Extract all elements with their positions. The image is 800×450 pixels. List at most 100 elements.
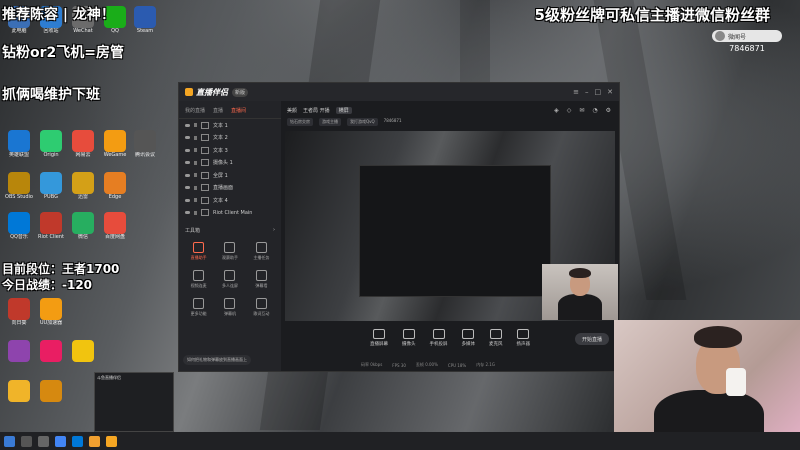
desktop-icon[interactable]: QQ音乐 [2, 212, 36, 240]
chrome-icon[interactable] [55, 435, 66, 447]
speaker-button[interactable]: 扬声器 [517, 329, 530, 347]
lock-icon[interactable] [194, 148, 197, 153]
desktop-icon[interactable]: Riot Client [34, 212, 68, 240]
source-item[interactable]: Riot Client Main [179, 207, 281, 220]
desktop-icon[interactable] [34, 340, 68, 362]
lock-icon[interactable] [194, 135, 197, 140]
tool-icon [255, 298, 267, 309]
edge-icon[interactable] [72, 435, 83, 447]
desktop-icon[interactable] [66, 340, 100, 362]
tab-my-live[interactable]: 我的直播 [185, 107, 205, 114]
desktop-icon[interactable]: 百度网盘 [98, 212, 132, 240]
lock-icon[interactable] [194, 123, 197, 128]
desktop-icon[interactable] [34, 380, 68, 402]
desktop-icon[interactable]: 英雄联盟 [2, 130, 36, 158]
search-icon[interactable] [21, 435, 32, 447]
source-item[interactable]: 文本 1 [179, 119, 281, 132]
desktop-icon[interactable] [2, 380, 36, 402]
screen-source-icon [201, 171, 209, 179]
desktop-icon[interactable]: 网易云 [66, 130, 100, 158]
source-item[interactable]: 摄像头 1 [179, 157, 281, 170]
eye-icon[interactable] [185, 148, 190, 152]
folder-icon[interactable] [89, 435, 100, 447]
source-item[interactable]: 文本 2 [179, 132, 281, 145]
desktop-icon[interactable]: 迅雷 [66, 172, 100, 200]
category-chip[interactable]: 游戏主播 [319, 118, 341, 126]
screen-capture-button[interactable]: 直播屏幕 [370, 329, 388, 347]
settings-icon[interactable]: ⚙ [606, 107, 611, 114]
desktop-icon[interactable]: OBS Studio [2, 172, 36, 200]
source-item[interactable]: 文本 3 [179, 144, 281, 157]
desktop-icon[interactable] [2, 340, 36, 362]
source-item[interactable]: 直播画面 [179, 182, 281, 195]
eye-icon[interactable] [185, 211, 190, 215]
desktop-icon[interactable]: WeGame [98, 130, 132, 158]
microphone-button[interactable]: 麦克风 [489, 329, 503, 347]
tool-item[interactable]: 主播任务 [246, 242, 277, 261]
tool-item[interactable]: 直播助手 [183, 242, 214, 261]
desktop-icon[interactable]: Steam [128, 6, 162, 34]
version-badge[interactable]: 新版 [232, 87, 249, 97]
tab-live-room[interactable]: 直播间 [231, 107, 246, 114]
eye-icon[interactable] [185, 186, 190, 190]
eye-icon[interactable] [185, 198, 190, 202]
room-name-chip[interactable]: 我打游戏QvQ [347, 118, 378, 126]
category-chip[interactable]: 钻石房交房 [287, 118, 313, 126]
tissue [726, 368, 746, 396]
close-icon[interactable]: ✕ [607, 88, 613, 96]
desktop-icon[interactable]: 向日葵 [2, 298, 36, 326]
tool-label: 歌词互动 [253, 311, 270, 316]
minimize-icon[interactable]: – [585, 88, 589, 96]
eye-icon[interactable] [185, 161, 190, 165]
eye-icon[interactable] [185, 123, 190, 127]
tab-live[interactable]: 直播 [213, 107, 223, 114]
more-icon[interactable]: › [273, 227, 275, 234]
desktop-icon[interactable]: UU加速器 [34, 298, 68, 326]
tool-item[interactable]: 弹幕墙 [246, 270, 277, 289]
desktop-icon-label: WeGame [103, 152, 127, 158]
room-title: 王者局 开播 [303, 108, 330, 114]
tool-item[interactable]: 更多功能 [183, 298, 214, 317]
live-app-icon[interactable] [106, 435, 117, 447]
maximize-icon[interactable]: □ [595, 88, 602, 96]
menu-icon[interactable]: ≡ [573, 88, 579, 96]
bell-icon[interactable]: ◔ [592, 107, 597, 114]
window-source-icon [201, 209, 209, 217]
microphone-icon [489, 329, 502, 339]
eye-icon[interactable] [185, 173, 190, 177]
lock-icon[interactable] [194, 173, 197, 178]
lock-icon[interactable] [194, 185, 197, 190]
source-item[interactable]: 文本 4 [179, 194, 281, 207]
media-button[interactable]: 多媒体 [462, 329, 475, 347]
desktop-icon[interactable]: PUBG [34, 172, 68, 200]
tool-item[interactable]: 观赛助手 [214, 242, 245, 261]
orientation-tag[interactable]: 横屏 [335, 107, 352, 114]
phone-cast-button[interactable]: 手机投屏 [430, 329, 448, 347]
tool-label: 摄像头 [402, 342, 416, 347]
camera-button[interactable]: 摄像头 [402, 329, 416, 347]
start-icon[interactable] [4, 435, 15, 447]
lock-icon[interactable] [194, 198, 197, 203]
text-source-icon [201, 146, 209, 154]
taskbar-preview-thumbnail[interactable]: 斗鱼直播伴侣 [94, 372, 174, 432]
gift-icon[interactable]: ◈ [554, 107, 559, 114]
desktop-icon[interactable]: 微信 [66, 212, 100, 240]
tool-item[interactable]: 视频连麦 [183, 270, 214, 289]
lock-icon[interactable] [194, 210, 197, 215]
tool-item[interactable]: 歌词互动 [246, 298, 277, 317]
source-item[interactable]: 全屏 1 [179, 169, 281, 182]
start-live-button[interactable]: 开始直播 [575, 333, 609, 345]
taskview-icon[interactable] [38, 435, 49, 447]
desktop-icon[interactable]: Edge [98, 172, 132, 200]
tool-item[interactable]: 弹幕机 [214, 298, 245, 317]
mail-icon[interactable]: ✉ [579, 107, 584, 114]
eye-icon[interactable] [185, 136, 190, 140]
desktop-icon-label: WeChat [73, 28, 93, 34]
lock-icon[interactable]: ◇ [567, 107, 572, 114]
beauty-label[interactable]: 美颜 [287, 107, 297, 114]
desktop-icon[interactable]: 腾讯会议 [128, 130, 162, 158]
desktop-icon[interactable]: Origin [34, 130, 68, 158]
tool-item[interactable]: 多人连屏 [214, 270, 245, 289]
lock-icon[interactable] [194, 160, 197, 165]
help-tip[interactable]: 如何把礼物和弹幕放到直播画面上 [183, 355, 251, 365]
